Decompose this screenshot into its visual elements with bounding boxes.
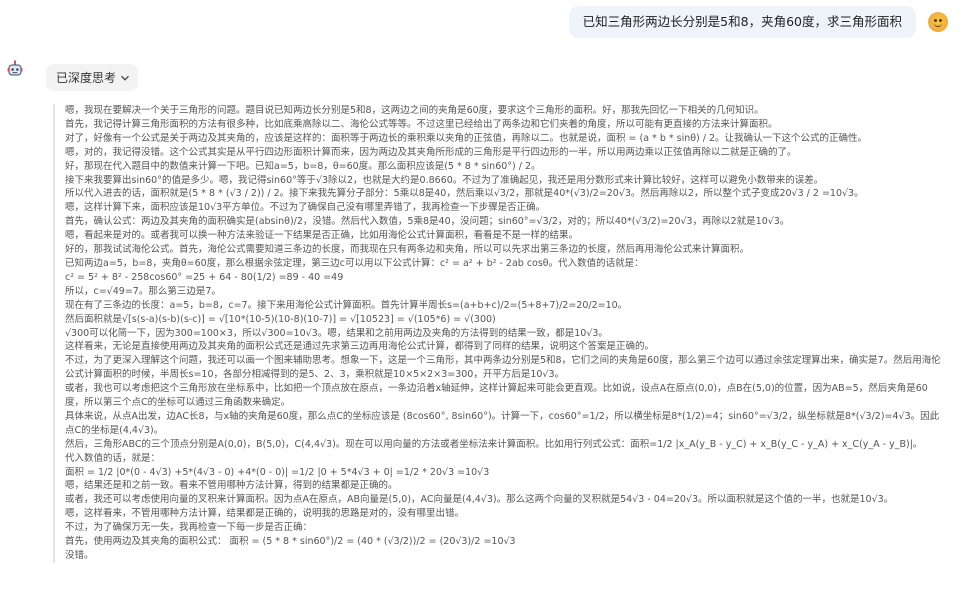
thinking-paragraph: 接下来我要算出sin60°的值是多少。嗯，我记得sin60°等于√3除以2，也就… bbox=[65, 174, 824, 186]
thinking-paragraph: 首先，使用两边及其夹角的面积公式： 面积 = (5 * 8 * sin60°)/… bbox=[65, 536, 516, 548]
thinking-paragraph: 对了，好像有一个公式是关于两边及其夹角的，应该是这样的：面积等于两边长的乘积乘以… bbox=[65, 132, 868, 144]
thinking-paragraph: 嗯，结果还是和之前一致。看来不管用哪种方法计算，得到的结果都是正确的。 bbox=[65, 480, 398, 492]
thinking-paragraph: 好，那现在代入题目中的数值来计算一下吧。已知a=5，b=8，θ=60度。那么面积… bbox=[65, 160, 541, 172]
thinking-paragraph: 具体来说，从点A出发，边AC长8，与x轴的夹角是60度，那么点C的坐标应该是 (… bbox=[65, 410, 940, 436]
thinking-paragraph: 嗯，我现在要解决一个关于三角形的问题。题目说已知两边长分别是5和8，这两边之间的… bbox=[65, 105, 764, 116]
thinking-paragraph: 首先，确认公式：两边及其夹角的面积确实是(absinθ)/2，没错。然后代入数值… bbox=[65, 216, 790, 228]
thinking-paragraph: 首先，我记得计算三角形面积的方法有很多种，比如底乘高除以二、海伦公式等等。不过这… bbox=[65, 118, 778, 130]
thinking-paragraph: √300可以化简一下，因为300=100×3，所以√300=10√3。嗯，结果和… bbox=[65, 327, 608, 339]
deep-think-toggle[interactable]: 已深度思考 bbox=[46, 64, 139, 91]
thinking-paragraph: 这样看来，无论是直接使用两边及其夹角的面积公式还是通过先求第三边再用海伦公式计算… bbox=[65, 341, 655, 353]
thinking-paragraph: 好的，那我试试海伦公式。首先，海伦公式需要知道三条边的长度，而我现在只有两条边和… bbox=[65, 244, 750, 256]
thinking-paragraph: 不过，为了确保万无一失，我再检查一下每一步是否正确： bbox=[65, 522, 313, 534]
thinking-paragraph: 或者，我也可以考虑把这个三角形放在坐标系中，比如把一个顶点放在原点，一条边沿着x… bbox=[65, 383, 928, 409]
chevron-down-icon bbox=[121, 75, 129, 81]
thinking-paragraph: 不过，为了更深入理解这个问题，我还可以画一个图来辅助思考。想象一下，这是一个三角… bbox=[65, 355, 941, 381]
thinking-paragraph: 代入数值的话，就是： bbox=[65, 452, 161, 464]
thinking-paragraph: 所以，c=√49=7。那么第三边是7。 bbox=[65, 285, 221, 297]
thinking-paragraph: 然后，三角形ABC的三个顶点分别是A(0,0)，B(5,0)，C(4,4√3)。… bbox=[65, 438, 923, 450]
chat-page: 已知三角形两边长分别是5和8，夹角60度，求三角形面积 已深度思考 嗯，我现在要… bbox=[0, 0, 960, 615]
thinking-paragraph: 嗯，看起来是对的。或者我可以换一种方法来验证一下结果是否正确，比如用海伦公式计算… bbox=[65, 230, 579, 242]
thinking-paragraph: 嗯，这样计算下来，面积应该是10√3平方单位。不过为了确保自己没有哪里弄错了，我… bbox=[65, 202, 546, 214]
thinking-paragraph: 所以代入进去的话，面积就是(5 * 8 * (√3 / 2)) / 2。接下来我… bbox=[65, 188, 864, 200]
user-message-row: 已知三角形两边长分别是5和8，夹角60度，求三角形面积 bbox=[568, 6, 948, 38]
thinking-paragraph: 已知两边a=5，b=8，夹角θ=60度，那么根据余弦定理，第三边c可以用以下公式… bbox=[65, 257, 644, 269]
thinking-paragraph: 没错。 bbox=[65, 550, 94, 561]
smiley-face-icon[interactable] bbox=[928, 12, 948, 32]
thinking-paragraph: 现在有了三条边的长度：a=5，b=8，c=7。接下来用海伦公式计算面积。首先计算… bbox=[65, 299, 628, 311]
thinking-paragraph: c² = 5² + 8² - 258cos60° =25 + 64 - 80(1… bbox=[65, 271, 344, 283]
thinking-paragraph: 然后面积就是√[s(s-a)(s-b)(s-c)] = √[10*(10-5)(… bbox=[65, 313, 496, 325]
thinking-content: 嗯，我现在要解决一个关于三角形的问题。题目说已知两边长分别是5和8，这两边之间的… bbox=[53, 104, 943, 563]
thinking-paragraph: 嗯，这样看来，不管用哪种方法计算，结果都是正确的，说明我的思路是对的，没有哪里出… bbox=[65, 508, 465, 520]
deep-think-toggle-label: 已深度思考 bbox=[56, 71, 117, 85]
thinking-paragraph: 嗯，对的，我记得没错。这个公式其实是从平行四边形面积计算而来，因为两边及其夹角所… bbox=[65, 146, 797, 158]
thinking-paragraph: 或者，我还可以考虑使用向量的叉积来计算面积。因为点A在原点，AB向量是(5,0)… bbox=[65, 494, 894, 506]
robot-icon bbox=[6, 60, 24, 78]
thinking-paragraph: 面积 = 1/2 |0*(0 - 4√3) +5*(4√3 - 0) +4*(0… bbox=[65, 466, 490, 478]
user-message-bubble: 已知三角形两边长分别是5和8，夹角60度，求三角形面积 bbox=[568, 6, 916, 38]
